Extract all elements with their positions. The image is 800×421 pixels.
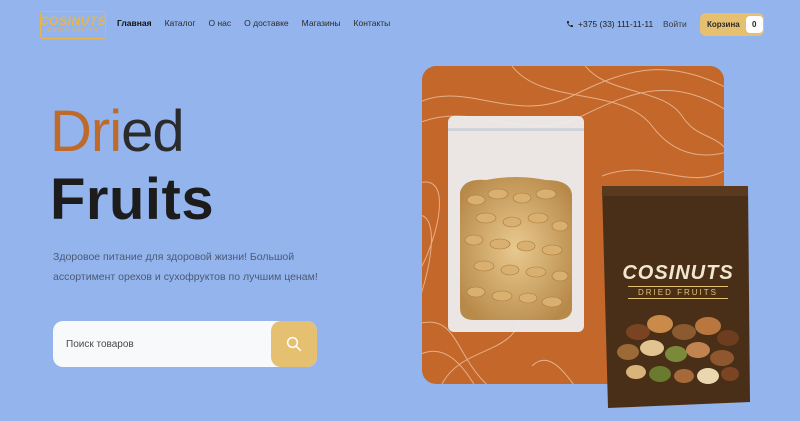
hero-title-rest: ed xyxy=(121,99,185,164)
login-link[interactable]: Войти xyxy=(663,19,687,29)
search-box xyxy=(53,321,317,367)
nav-delivery[interactable]: О доставке xyxy=(244,18,289,28)
bag-subtitle-text: DRIED FRUITS xyxy=(628,286,728,299)
nav-home[interactable]: Главная xyxy=(117,18,152,28)
cart-count-badge: 0 xyxy=(745,16,763,33)
main-nav: Главная Каталог О нас О доставке Магазин… xyxy=(117,18,403,28)
nav-contacts[interactable]: Контакты xyxy=(354,18,391,28)
hero-description: Здоровое питание для здоровой жизни! Бол… xyxy=(53,251,318,283)
cashew-bag-image xyxy=(448,116,584,332)
cart-button[interactable]: Корзина 0 xyxy=(700,13,764,36)
logo-text: COSINUTS xyxy=(40,14,107,28)
nav-about[interactable]: О нас xyxy=(208,18,231,28)
search-icon xyxy=(286,336,302,352)
phone-number: +375 (33) 111-11-11 xyxy=(578,19,654,29)
logo-subtitle: DRIED FRUITS xyxy=(47,28,99,34)
search-button[interactable] xyxy=(271,321,317,367)
search-input[interactable] xyxy=(53,321,273,367)
nav-stores[interactable]: Магазины xyxy=(302,18,341,28)
mixed-nuts-bag-image: COSINUTS DRIED FRUITS xyxy=(598,182,754,410)
cart-label: Корзина xyxy=(707,20,740,29)
bag-brand-text: COSINUTS xyxy=(622,262,734,284)
hero-title-line1: Dried xyxy=(50,99,185,164)
phone-link[interactable]: +375 (33) 111-11-11 xyxy=(566,19,653,29)
logo[interactable]: COSINUTS DRIED FRUITS xyxy=(40,11,106,39)
hero-title-highlight: Dri xyxy=(50,99,122,164)
phone-icon xyxy=(567,21,573,27)
hero-title-line2: Fruits xyxy=(50,167,215,232)
nav-catalog[interactable]: Каталог xyxy=(165,18,196,28)
